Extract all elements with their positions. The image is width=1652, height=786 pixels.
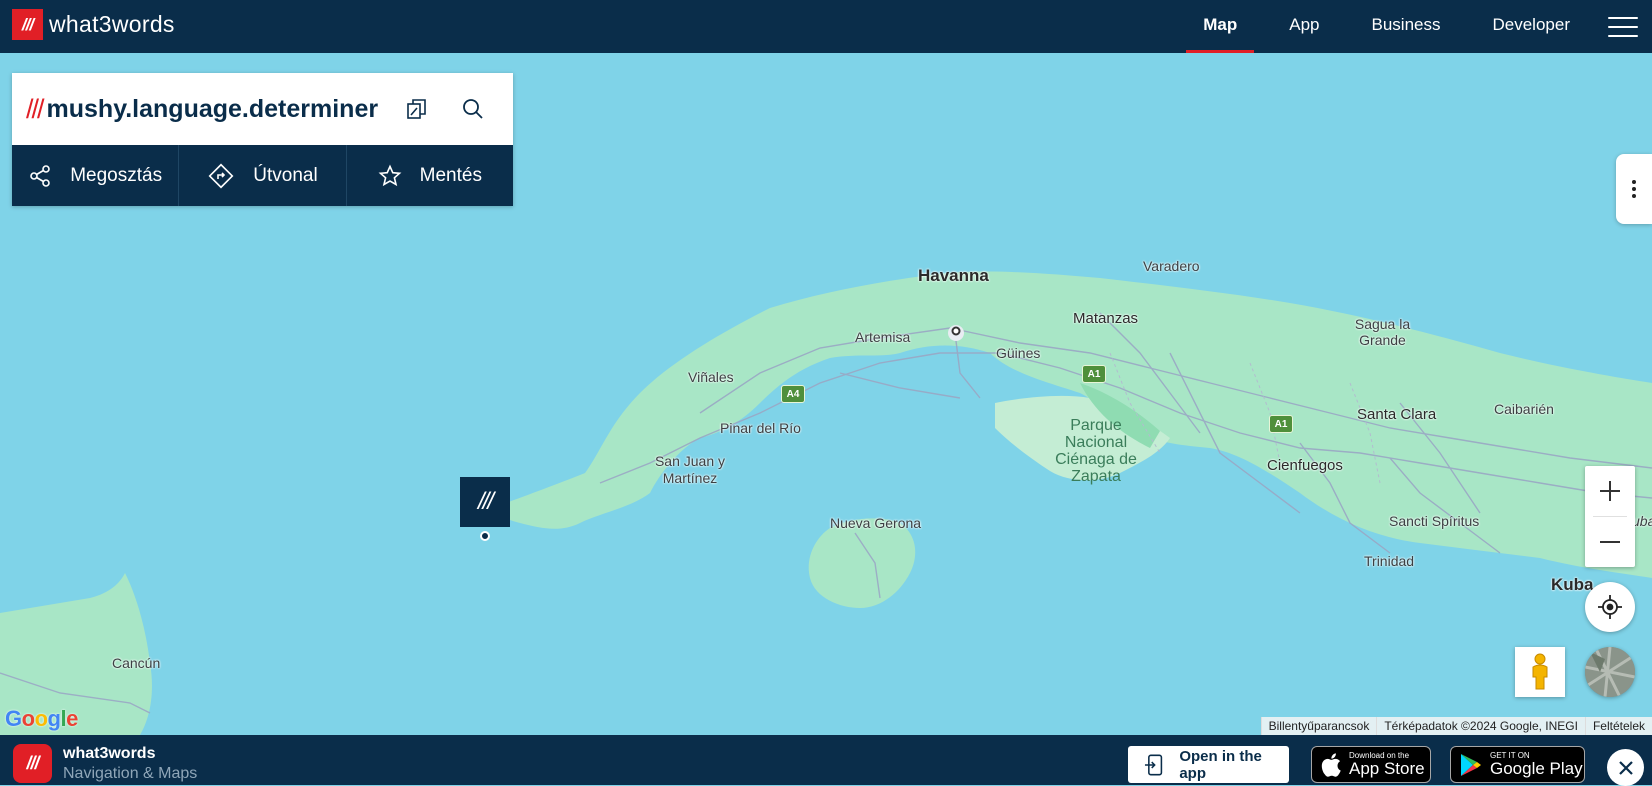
share-label: Megosztás	[70, 164, 163, 186]
google-play-icon	[1461, 753, 1481, 776]
place-santa-clara[interactable]: Santa Clara	[1357, 406, 1436, 423]
logo-mark: ///	[12, 9, 43, 40]
google-logo[interactable]: Google	[5, 706, 78, 732]
share-button[interactable]: Megosztás	[12, 145, 180, 206]
crosshair-icon	[1598, 595, 1622, 619]
nav-business[interactable]: Business	[1346, 0, 1467, 53]
place-matanzas[interactable]: Matanzas	[1073, 310, 1138, 327]
nav-map[interactable]: Map	[1177, 0, 1263, 53]
place-caibarien[interactable]: Caibarién	[1494, 401, 1554, 417]
app-store-text: Download on the App Store	[1349, 751, 1425, 778]
place-cienfuegos[interactable]: Cienfuegos	[1267, 457, 1343, 474]
satellite-layer-toggle[interactable]	[1585, 647, 1635, 697]
road-shield-a1: A1	[1082, 365, 1106, 383]
app-promo-bar: /// what3words Navigation & Maps Open in…	[0, 735, 1652, 786]
save-button[interactable]: Mentés	[347, 145, 513, 206]
directions-label: Útvonal	[253, 164, 318, 186]
road-shield-a1-east: A1	[1269, 415, 1293, 433]
google-letter-g2: g	[47, 706, 61, 731]
place-trinidad[interactable]: Trinidad	[1364, 553, 1414, 569]
open-in-app-button[interactable]: Open in the app	[1128, 746, 1289, 783]
place-parque-zapata[interactable]: Parque Nacional Ciénaga de Zapata	[1050, 417, 1142, 485]
place-varadero[interactable]: Varadero	[1143, 258, 1200, 274]
top-navbar: /// what3words Map App Business Develope…	[0, 0, 1652, 53]
road-shield-a4: A4	[781, 385, 805, 403]
what3words-logo[interactable]: /// what3words	[12, 9, 175, 40]
nav-developer[interactable]: Developer	[1467, 0, 1597, 53]
main-nav: Map App Business Developer	[1177, 0, 1652, 53]
app-store-badge[interactable]: Download on the App Store	[1311, 746, 1431, 783]
place-pinar[interactable]: Pinar del Río	[720, 420, 801, 436]
directions-icon	[208, 163, 234, 188]
map-data-attribution: Térképadatok ©2024 Google, INEGI	[1376, 717, 1585, 735]
close-icon[interactable]	[1607, 749, 1644, 786]
place-vinales[interactable]: Viñales	[688, 369, 734, 385]
action-row: Megosztás Útvonal Mentés	[12, 145, 513, 206]
three-word-address[interactable]: mushy.language.determiner	[47, 95, 379, 124]
place-kuba[interactable]: Kuba	[1551, 575, 1594, 595]
plus-icon	[1600, 481, 1620, 501]
app-name: what3words	[63, 745, 156, 762]
more-options-icon[interactable]	[1616, 154, 1652, 224]
nav-app[interactable]: App	[1263, 0, 1345, 53]
location-marker-dot	[480, 531, 490, 541]
place-guines[interactable]: Güines	[996, 345, 1040, 361]
place-cancun[interactable]: Cancún	[112, 655, 160, 671]
my-location-button[interactable]	[1585, 582, 1635, 632]
map-attribution: Billentyűparancsok Térképadatok ©2024 Go…	[1260, 717, 1652, 735]
app-icon: ///	[13, 744, 52, 783]
save-label: Mentés	[419, 164, 482, 186]
address-panel: /// mushy.language.determiner Megosztás	[12, 73, 513, 206]
google-letter-o2: o	[34, 706, 48, 731]
hamburger-icon[interactable]	[1608, 16, 1638, 37]
app-subtitle: Navigation & Maps	[63, 765, 198, 782]
copy-icon[interactable]	[399, 91, 435, 127]
share-icon	[30, 164, 51, 187]
google-letter-o1: o	[21, 706, 35, 731]
place-cuba-edge: uba	[1632, 513, 1652, 529]
place-nueva-gerona[interactable]: Nueva Gerona	[830, 515, 921, 531]
directions-button[interactable]: Útvonal	[179, 145, 347, 206]
location-marker[interactable]: ///	[460, 477, 510, 527]
minus-icon	[1600, 541, 1620, 543]
google-play-badge[interactable]: GET IT ON Google Play	[1450, 746, 1585, 783]
address-slashes: ///	[26, 93, 44, 124]
google-play-text: GET IT ON Google Play	[1490, 751, 1583, 778]
street-view-pegman-icon[interactable]	[1515, 647, 1565, 697]
open-app-icon	[1144, 754, 1163, 775]
apple-icon	[1321, 752, 1341, 777]
place-sagua[interactable]: Sagua la Grande	[1345, 316, 1420, 348]
place-havanna[interactable]: Havanna	[918, 266, 989, 286]
place-artemisa[interactable]: Artemisa	[855, 329, 910, 345]
place-sanjuan[interactable]: San Juan y Martínez	[650, 453, 730, 487]
search-icon[interactable]	[455, 91, 491, 127]
google-letter-e: e	[66, 706, 78, 731]
place-sancti-spiritus[interactable]: Sancti Spíritus	[1389, 513, 1479, 529]
keyboard-shortcuts-link[interactable]: Billentyűparancsok	[1260, 717, 1377, 735]
address-row: /// mushy.language.determiner	[12, 73, 513, 145]
logo-text: what3words	[49, 11, 175, 37]
zoom-out-button[interactable]	[1585, 517, 1635, 567]
terms-link[interactable]: Feltételek	[1584, 717, 1652, 735]
zoom-control	[1585, 466, 1635, 567]
zoom-in-button[interactable]	[1585, 466, 1635, 516]
app-store-large-label: App Store	[1349, 759, 1425, 778]
google-play-large-label: Google Play	[1490, 759, 1583, 778]
star-icon	[378, 164, 402, 186]
open-in-app-label: Open in the app	[1179, 747, 1262, 782]
google-letter-g: G	[5, 706, 22, 731]
